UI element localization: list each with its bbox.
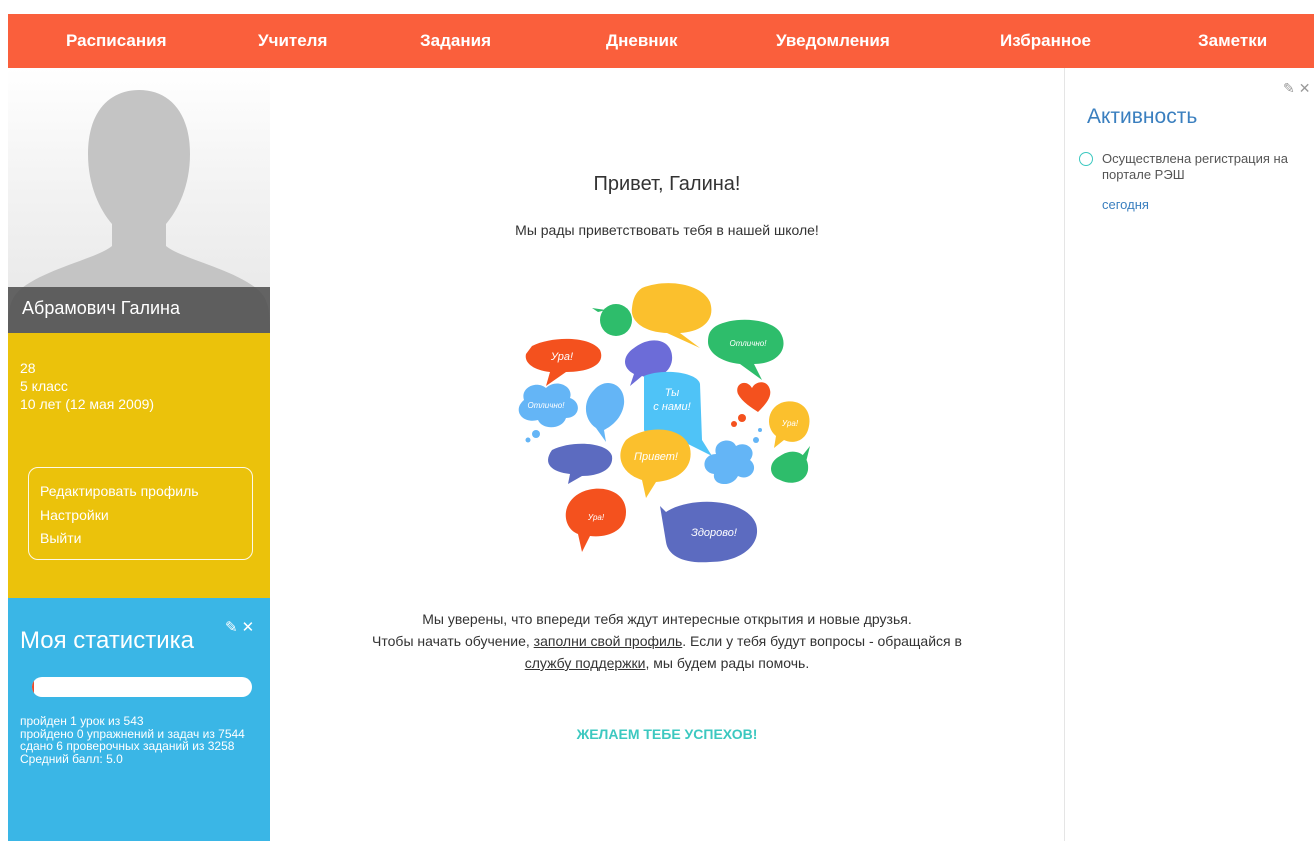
stat-lessons: пройден 1 урок из 543 <box>20 714 144 728</box>
welcome-panel: Привет, Галина! Мы рады приветствовать т… <box>270 68 1064 841</box>
nav-item-schedules[interactable]: Расписания <box>66 14 167 68</box>
bubble-ura-1: Ура! <box>550 351 573 363</box>
logout-link[interactable]: Выйти <box>40 530 81 546</box>
profile-name: Абрамович Галина <box>22 298 180 318</box>
body-line-2-post: . Если у тебя будут вопросы - обращайся … <box>682 633 962 649</box>
support-link[interactable]: службу поддержки <box>525 655 646 671</box>
activity-item-date[interactable]: сегодня <box>1102 197 1149 212</box>
activity-item-text: Осуществлена регистрация на портале РЭШ <box>1102 151 1288 182</box>
profile-class: 5 класс <box>20 378 68 394</box>
body-line-2-pre: Чтобы начать обучение, <box>372 633 534 649</box>
avatar: Абрамович Галина <box>8 68 270 333</box>
good-luck-message: ЖЕЛАЕМ ТЕБЕ УСПЕХОВ! <box>576 726 758 742</box>
stats-widget-controls: ✎ ✕ <box>221 618 254 636</box>
speech-bubbles-illustration: Ура! Отлично! Отлично! Ты с нами! Ура! П… <box>518 283 810 563</box>
profile-age: 10 лет (12 мая 2009) <box>20 396 155 412</box>
nav-item-notes[interactable]: Заметки <box>1198 14 1267 68</box>
nav-item-assignments[interactable]: Задания <box>420 14 491 68</box>
welcome-body: Мы уверены, что впереди тебя ждут интере… <box>270 608 1064 674</box>
profile-sidebar: Абрамович Галина 28 5 класс 10 лет (12 м… <box>8 68 270 841</box>
activity-title: Активность <box>1087 105 1198 128</box>
body-line-3: службу поддержки, мы будем рады помочь. <box>270 652 1064 674</box>
bubble-privet: Привет! <box>634 451 678 463</box>
stat-tests: сдано 6 проверочных заданий из 3258 <box>20 739 235 754</box>
nav-item-teachers[interactable]: Учителя <box>258 14 327 68</box>
bubble-ty: Ты <box>665 387 679 399</box>
lesson-progress-bar <box>32 677 252 697</box>
body-line-3-post: , мы будем рады помочь. <box>645 655 810 671</box>
welcome-text: Мы рады приветствовать тебя в нашей школ… <box>515 222 819 238</box>
page-frame <box>0 0 8 841</box>
nav-item-diary[interactable]: Дневник <box>606 14 678 68</box>
top-navigation: Расписания Учителя Задания Дневник Уведо… <box>8 14 1314 68</box>
fill-profile-link[interactable]: заполни свой профиль <box>534 633 683 649</box>
edit-icon[interactable]: ✎ <box>225 619 238 636</box>
activity-widget-controls: ✎ ✕ <box>1279 80 1310 97</box>
edit-icon[interactable]: ✎ <box>1283 80 1295 96</box>
stat-average-score: Средний балл: 5.0 <box>20 751 123 766</box>
close-icon[interactable]: ✕ <box>242 619 255 636</box>
activity-bullet-icon <box>1079 152 1093 166</box>
my-statistics-widget: ✎ ✕ Моя статистика пройден 1 урок из 543 … <box>8 598 270 841</box>
bubble-ura-3: Ура! <box>587 513 605 522</box>
body-line-1: Мы уверены, что впереди тебя ждут интере… <box>422 611 912 627</box>
bubble-ura-2: Ура! <box>781 419 799 428</box>
nav-item-favorites[interactable]: Избранное <box>1000 14 1091 68</box>
bubble-otlichno-2: Отлично! <box>528 401 566 410</box>
edit-profile-link[interactable]: Редактировать профиль <box>40 483 199 499</box>
bubble-zdorovo: Здорово! <box>691 527 737 539</box>
progress-fill <box>32 677 35 697</box>
activity-widget: ✎ ✕ Активность Осуществлена регистрация н… <box>1064 68 1314 841</box>
stats-lines: пройден 1 урок из 543 пройдено 0 упражне… <box>20 715 266 765</box>
profile-name-bar: Абрамович Галина <box>8 287 270 333</box>
bubble-otlichno-1: Отлично! <box>730 339 768 348</box>
profile-menu: Редактировать профиль Настройки Выйти <box>28 467 253 560</box>
greeting-heading: Привет, Галина! <box>593 173 741 195</box>
profile-number: 28 <box>20 360 36 376</box>
bubble-s-nami: с нами! <box>653 401 690 413</box>
nav-item-notifications[interactable]: Уведомления <box>776 14 890 68</box>
settings-link[interactable]: Настройки <box>40 507 109 523</box>
close-icon[interactable]: ✕ <box>1299 80 1311 96</box>
stats-title: Моя статистика <box>20 627 194 654</box>
body-line-2: Чтобы начать обучение, заполни свой проф… <box>270 630 1064 652</box>
profile-info: 28 5 класс 10 лет (12 мая 2009) Редактир… <box>8 333 270 598</box>
